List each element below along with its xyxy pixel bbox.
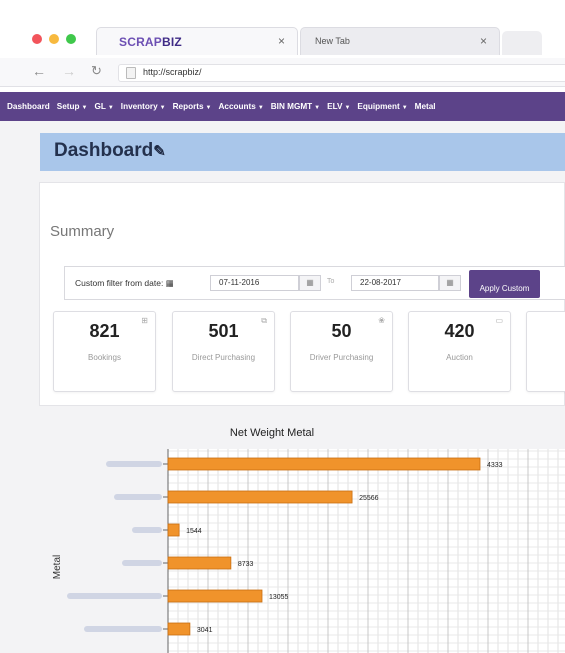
from-date-input[interactable]: 07-11-2016 <box>210 275 299 291</box>
to-calendar-button[interactable]: ▦ <box>439 275 461 291</box>
menu-item-label: Metal <box>414 102 436 111</box>
menu-item-label: Setup <box>56 102 80 111</box>
menu-item-inventory[interactable]: Inventory ▼ <box>114 102 166 111</box>
url-field[interactable]: http://scrapbiz/ <box>118 64 565 82</box>
tab-scrapbiz[interactable]: SCRAPBIZ × <box>96 27 298 55</box>
bar-value-label: 8733 <box>238 561 254 568</box>
menu-item-accounts[interactable]: Accounts ▼ <box>212 102 264 111</box>
bar-value-label: 13055 <box>269 594 289 601</box>
bar <box>167 622 191 636</box>
window-controls <box>32 34 76 44</box>
address-bar: ← → ↻ http://scrapbiz/ <box>0 58 565 87</box>
bar-value-label: 1544 <box>186 528 202 535</box>
to-label: To <box>327 278 335 285</box>
chart-title: Net Weight Metal <box>230 427 314 439</box>
from-calendar-button[interactable]: ▦ <box>299 275 321 291</box>
browser-window: SCRAPBIZ × New Tab × ← → ↻ http://scrapb… <box>0 0 565 653</box>
menu-item-setup[interactable]: Setup ▼ <box>50 102 88 111</box>
back-arrow-icon[interactable]: ← <box>32 63 46 79</box>
menu-item-label: Reports <box>172 102 204 111</box>
bar <box>167 523 180 537</box>
stat-value: 821 <box>89 321 120 341</box>
menu-item-equipment[interactable]: Equipment ▼ <box>350 102 407 111</box>
people-icon: ❀ <box>378 316 385 325</box>
menu-item-label: Dashboard <box>7 102 50 111</box>
calendar-icon: ▦ <box>165 278 174 288</box>
tab-title: New Tab <box>315 36 350 46</box>
reload-icon[interactable]: ↻ <box>91 63 102 79</box>
stat-label: Direct Purchasing <box>191 353 256 362</box>
maximize-window-button[interactable] <box>66 34 76 44</box>
close-tab-icon[interactable]: × <box>278 34 285 48</box>
stat-card-direct-purchasing[interactable]: 501 Direct Purchasing ⧉ <box>172 311 275 392</box>
page-title: Dashboard✎ <box>54 140 166 161</box>
filter-label: Custom filter from date: ▦ <box>75 278 174 288</box>
stat-label: Bookings <box>88 353 121 362</box>
date-filter-bar: Custom filter from date: ▦ 07-11-2016 ▦ … <box>64 266 565 300</box>
dashboard-content: Dashboard✎ Summary Custom filter from da… <box>0 121 565 653</box>
summary-panel: Summary Custom filter from date: ▦ 07-11… <box>39 182 565 406</box>
forward-arrow-icon[interactable]: → <box>62 63 76 79</box>
menu-item-metal[interactable]: Metal <box>408 102 436 111</box>
menu-item-dashboard[interactable]: Dashboard <box>0 102 50 111</box>
bar-value-label: 4333 <box>487 462 503 469</box>
bar <box>167 556 232 570</box>
page-icon <box>126 67 136 79</box>
card-icon: ▭ <box>495 316 503 325</box>
close-window-button[interactable] <box>32 34 42 44</box>
menu-item-label: Equipment <box>357 102 400 111</box>
bar <box>167 490 353 504</box>
summary-heading: Summary <box>50 223 115 240</box>
y-axis-label: Metal <box>52 555 63 579</box>
stat-card-bookings[interactable]: 821 Bookings ⊞ <box>53 311 156 392</box>
blurred-category-label <box>132 527 162 533</box>
bar <box>167 457 481 471</box>
menu-item-label: GL <box>94 102 106 111</box>
apply-custom-button[interactable]: Apply Custom <box>469 270 540 298</box>
menu-item-label: Accounts <box>218 102 256 111</box>
stat-card-non-f[interactable]: 8 Non F <box>526 311 565 392</box>
menu-item-elv[interactable]: ELV ▼ <box>320 102 350 111</box>
grid-icon: ⊞ <box>141 316 148 325</box>
bar-value-label: 3041 <box>197 627 213 634</box>
brand-logo: SCRAPBIZ <box>119 35 182 49</box>
blurred-category-label <box>114 494 162 500</box>
net-weight-chart: Net Weight Metal Metal 4333 25566 1544 8733 13… <box>0 417 565 653</box>
stat-label: Driver Purchasing <box>309 353 374 362</box>
bar-value-label: 25566 <box>359 495 379 502</box>
to-date-input[interactable]: 22-08-2017 <box>351 275 439 291</box>
stat-label: Auction <box>446 353 473 362</box>
blurred-category-label <box>67 593 162 599</box>
menu-item-label: ELV <box>327 102 343 111</box>
tab-strip: SCRAPBIZ × New Tab × <box>0 0 565 58</box>
stat-value: 501 <box>208 321 239 341</box>
url-text: http://scrapbiz/ <box>143 67 202 77</box>
close-tab-icon[interactable]: × <box>480 34 487 48</box>
blurred-category-label <box>122 560 162 566</box>
blurred-category-label <box>84 626 162 632</box>
menu-item-gl[interactable]: GL ▼ <box>87 102 113 111</box>
main-nav-menu: Dashboard Setup ▼ GL ▼ Inventory ▼ Reports ▼ Acco… <box>0 92 565 121</box>
stat-label: Non F <box>527 353 565 362</box>
blurred-category-label <box>106 461 162 467</box>
external-link-icon: ⧉ <box>261 316 267 325</box>
stat-value: 8 <box>527 321 565 342</box>
stat-value: 50 <box>331 321 352 341</box>
stat-card-driver-purchasing[interactable]: 50 Driver Purchasing ❀ <box>290 311 393 392</box>
bar <box>167 589 263 603</box>
pencil-icon[interactable]: ✎ <box>153 143 166 160</box>
menu-item-reports[interactable]: Reports ▼ <box>166 102 212 111</box>
tab-new-tab[interactable]: New Tab × <box>300 27 500 55</box>
page-header: Dashboard✎ <box>40 133 565 171</box>
menu-item-bin-mgmt[interactable]: BIN MGMT ▼ <box>264 102 320 111</box>
net-weight-chart-svg: Net Weight Metal Metal 4333 25566 1544 8733 13… <box>52 427 565 653</box>
stat-card-auction[interactable]: 420 Auction ▭ <box>408 311 511 392</box>
menu-item-label: BIN MGMT <box>270 102 313 111</box>
minimize-window-button[interactable] <box>49 34 59 44</box>
new-tab-button[interactable] <box>502 31 542 55</box>
menu-item-label: Inventory <box>120 102 158 111</box>
